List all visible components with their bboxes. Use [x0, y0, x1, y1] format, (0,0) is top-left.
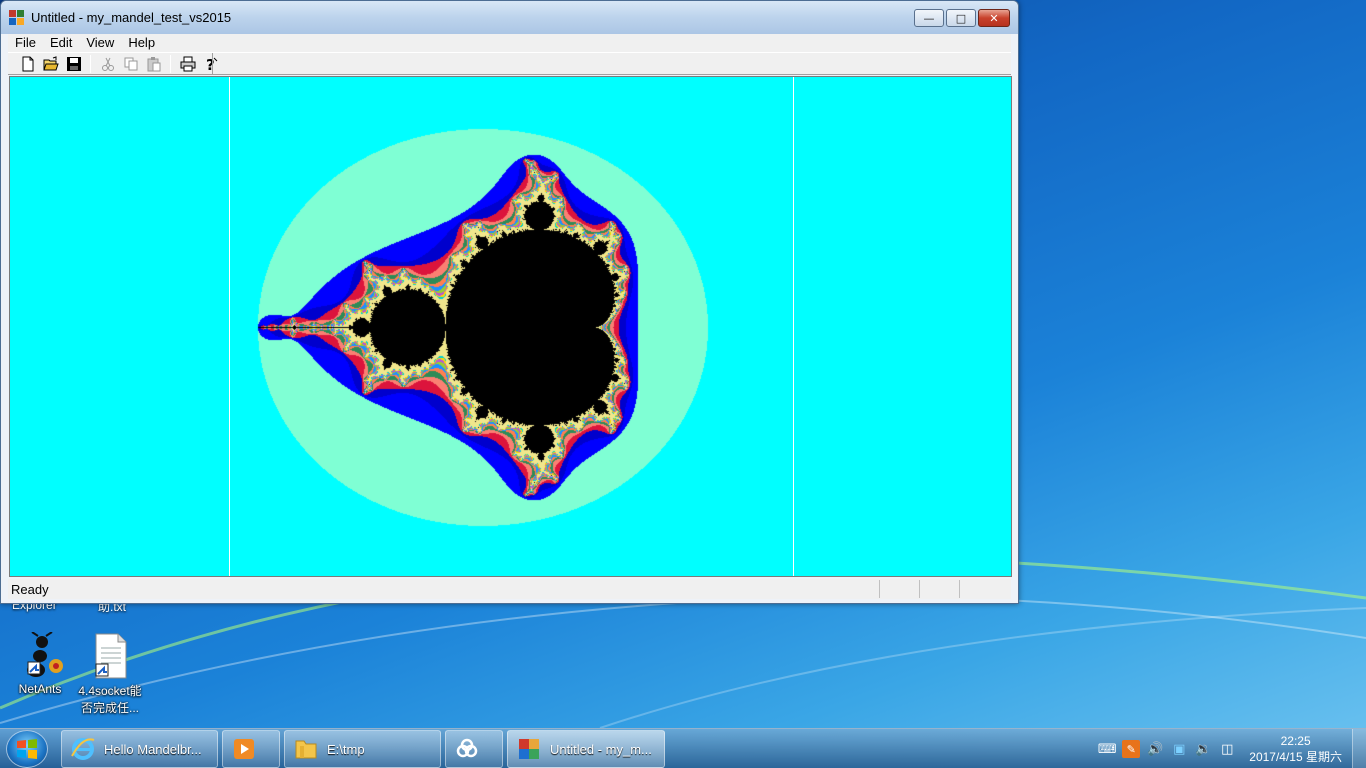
cloud-sync-icon	[454, 736, 480, 762]
toolbar: ?	[8, 52, 1011, 75]
taskbar-button-label: E:\tmp	[327, 741, 365, 757]
taskbar-ie-hello-mandelbrot[interactable]: Hello Mandelbr...	[61, 730, 218, 768]
volume-icon[interactable]: 🔉	[1194, 740, 1212, 758]
ant-icon	[16, 631, 64, 680]
save-button[interactable]	[62, 54, 85, 74]
menu-bar: File Edit View Help	[8, 34, 1011, 52]
taskbar-explorer-tmp[interactable]: E:\tmp	[284, 730, 441, 768]
view-boundary-left	[229, 77, 230, 576]
windows-logo-icon	[17, 739, 37, 759]
desktop-icon-netants[interactable]: NetAnts	[0, 631, 80, 696]
taskbar-button-label: Hello Mandelbr...	[104, 741, 202, 757]
status-text: Ready	[11, 581, 49, 597]
window-title: Untitled - my_mandel_test_vs2015	[31, 10, 232, 25]
taskbar-mfc-untitled[interactable]: Untitled - my_m...	[507, 730, 665, 768]
taskbar-button-label: Untitled - my_m...	[550, 741, 652, 757]
status-bar: Ready	[8, 579, 1011, 599]
show-desktop-button[interactable]	[1352, 729, 1366, 768]
new-file-icon	[22, 56, 33, 71]
desktop-icon-label-line1: 4.4socket能	[78, 684, 142, 698]
new-button[interactable]	[16, 54, 39, 74]
clock-date: 2017/4/15 星期六	[1249, 750, 1342, 764]
app-window: Untitled - my_mandel_test_vs2015 — □ ✕ F…	[0, 0, 1019, 604]
folder-icon	[293, 736, 319, 762]
print-button[interactable]	[176, 54, 199, 74]
fractal-view[interactable]	[9, 76, 1012, 577]
toolbar-separator	[170, 54, 171, 73]
system-tray: ⌨ ✎ 🔊 ▣ 🔉 ◫ 22:25 2017/4/15 星期六	[1095, 729, 1366, 768]
maximize-button[interactable]: □	[946, 9, 976, 27]
copy-icon	[124, 57, 137, 70]
copy-button[interactable]	[119, 54, 142, 74]
menu-view[interactable]: View	[79, 34, 121, 52]
taskbar-media-player[interactable]	[222, 730, 280, 768]
save-disk-icon	[66, 56, 81, 71]
internet-explorer-icon	[70, 736, 96, 762]
toolbar-end-divider	[212, 53, 213, 74]
status-pane-num	[919, 580, 959, 598]
toolbar-separator	[90, 54, 91, 73]
help-question-icon: ?	[206, 56, 217, 72]
close-icon: ✕	[989, 11, 999, 25]
printer-icon	[180, 56, 195, 71]
taskbar: Hello Mandelbr... E:\tmp Untitled - my_m…	[0, 728, 1366, 768]
menu-help[interactable]: Help	[121, 34, 162, 52]
menu-edit[interactable]: Edit	[43, 34, 79, 52]
cut-button[interactable]	[96, 54, 119, 74]
mfc-app-icon	[516, 736, 542, 762]
mandelbrot-canvas[interactable]	[10, 77, 1011, 576]
mfc-app-icon	[9, 9, 25, 26]
status-pane-scrl	[959, 580, 1011, 598]
paste-button[interactable]	[142, 54, 165, 74]
minimize-icon: —	[923, 11, 935, 25]
keyboard-icon[interactable]: ⌨	[1098, 740, 1117, 758]
open-folder-icon	[42, 55, 59, 70]
clock[interactable]: 22:25 2017/4/15 星期六	[1249, 733, 1342, 765]
help-button[interactable]: ?	[199, 54, 222, 74]
clock-time: 22:25	[1280, 734, 1311, 748]
cut-scissors-icon	[101, 57, 114, 71]
maximize-icon: □	[955, 11, 967, 25]
desktop-icon-label-line2: 否完成任...	[80, 701, 139, 715]
status-pane-caps	[879, 580, 919, 598]
menu-file[interactable]: File	[8, 34, 43, 52]
close-button[interactable]: ✕	[978, 9, 1010, 27]
media-player-icon	[231, 736, 257, 762]
speaker-tray-icon[interactable]: 🔊	[1146, 740, 1164, 758]
desktop-icon-socket-txt[interactable]: 4.4socket能 否完成任...	[70, 632, 150, 716]
network-icon[interactable]: ◫	[1218, 740, 1236, 758]
title-bar[interactable]: Untitled - my_mandel_test_vs2015 — □ ✕	[1, 1, 1018, 34]
desktop-icon-label: NetAnts	[18, 682, 62, 696]
open-button[interactable]	[39, 54, 62, 74]
text-file-icon	[86, 632, 134, 680]
security-icon[interactable]: ▣	[1170, 740, 1188, 758]
taskbar-baidu-cloud[interactable]	[445, 730, 503, 768]
input-method-icon[interactable]: ✎	[1122, 740, 1141, 758]
start-button[interactable]	[6, 730, 48, 768]
paste-clipboard-icon	[147, 56, 160, 71]
view-boundary-right	[793, 77, 794, 576]
minimize-button[interactable]: —	[914, 9, 944, 27]
